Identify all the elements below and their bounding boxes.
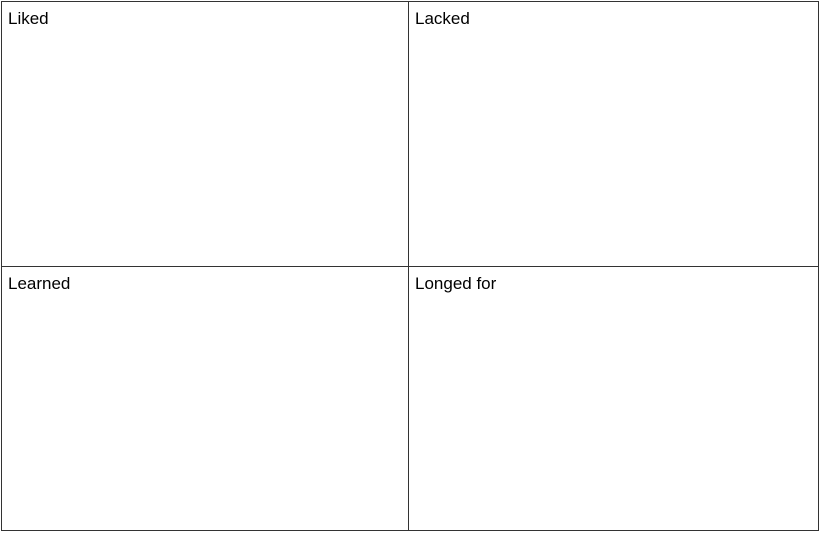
quadrant-liked[interactable]: Liked: [2, 2, 409, 267]
quadrant-lacked[interactable]: Lacked: [409, 2, 818, 267]
quadrant-longed-for-label: Longed for: [415, 274, 497, 293]
quadrant-longed-for[interactable]: Longed for: [409, 267, 818, 530]
quadrant-learned-label: Learned: [8, 274, 71, 293]
quadrant-learned[interactable]: Learned: [2, 267, 409, 530]
retrospective-board: Liked Lacked Learned Longed for: [1, 1, 819, 531]
quadrant-liked-label: Liked: [8, 9, 49, 28]
quadrant-lacked-label: Lacked: [415, 9, 470, 28]
